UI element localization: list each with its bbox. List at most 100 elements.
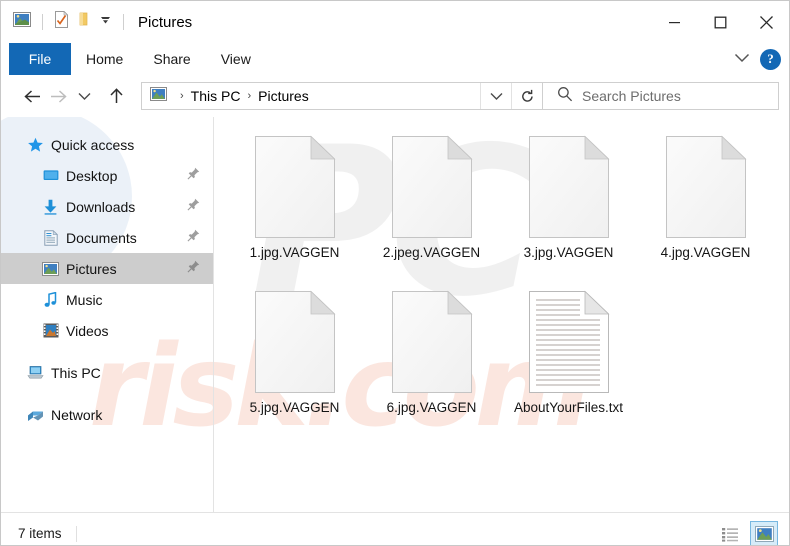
pictures-icon[interactable] (13, 12, 31, 32)
blank-file-icon (665, 131, 747, 245)
network-icon (27, 406, 44, 423)
properties-icon[interactable] (54, 10, 69, 33)
tab-file[interactable]: File (9, 43, 71, 75)
file-item[interactable]: 5.jpg.VAGGEN (226, 286, 363, 441)
breadcrumb-item-pictures[interactable]: Pictures (258, 88, 309, 104)
explorer-body: Quick access Desktop Downloads Documents… (1, 117, 789, 512)
minimize-button[interactable] (651, 1, 697, 43)
blank-file-icon (391, 131, 473, 245)
file-item[interactable]: 2.jpeg.VAGGEN (363, 131, 500, 286)
downloads-icon (42, 198, 59, 215)
pin-icon[interactable] (187, 167, 200, 185)
desktop-icon (42, 167, 59, 184)
window-controls (651, 1, 789, 43)
address-bar: › This PC › Pictures Search Pictures (1, 75, 789, 117)
search-box[interactable]: Search Pictures (543, 82, 779, 110)
view-mode-buttons (716, 521, 778, 545)
blank-file-icon (528, 131, 610, 245)
customize-dropdown-icon[interactable] (99, 13, 112, 31)
sidebar-label: Quick access (51, 136, 135, 153)
close-button[interactable] (743, 1, 789, 43)
file-item[interactable]: 6.jpg.VAGGEN (363, 286, 500, 441)
breadcrumb-pictures-icon[interactable] (150, 86, 167, 106)
blank-file-icon (254, 286, 336, 400)
search-icon (557, 86, 573, 107)
sidebar-item-this-pc[interactable]: This PC (1, 357, 214, 388)
sidebar-item-documents[interactable]: Documents (1, 222, 214, 253)
item-count-label: 7 items (1, 526, 77, 542)
blank-file-icon (254, 131, 336, 245)
refresh-icon[interactable] (511, 83, 542, 109)
file-name: AboutYourFiles.txt (513, 400, 624, 415)
sidebar-label: Documents (66, 229, 137, 246)
sidebar-label: Pictures (66, 260, 117, 277)
file-item[interactable]: 4.jpg.VAGGEN (637, 131, 774, 286)
file-name: 2.jpeg.VAGGEN (382, 245, 481, 260)
sidebar-label: Videos (66, 322, 109, 339)
file-item[interactable]: 1.jpg.VAGGEN (226, 131, 363, 286)
file-item[interactable]: AboutYourFiles.txt (500, 286, 637, 441)
up-button[interactable] (103, 81, 129, 111)
title-bar: Pictures (1, 1, 789, 43)
file-name: 1.jpg.VAGGEN (249, 245, 340, 260)
breadcrumb-separator-2: › (247, 90, 252, 102)
sidebar-item-network[interactable]: Network (1, 399, 214, 430)
file-grid: 1.jpg.VAGGEN 2.jpeg.VAGGEN 3.jpg.VAGGEN … (226, 131, 789, 441)
ribbon-right-controls: ? (734, 43, 781, 75)
this-pc-icon (27, 364, 44, 381)
details-view-button[interactable] (716, 521, 744, 545)
star-icon (27, 136, 44, 153)
file-name: 3.jpg.VAGGEN (523, 245, 614, 260)
file-item[interactable]: 3.jpg.VAGGEN (500, 131, 637, 286)
file-name: 4.jpg.VAGGEN (660, 245, 751, 260)
tab-share[interactable]: Share (138, 43, 205, 75)
file-explorer-window: PC risk.com Pictures File Home Share Vie… (0, 0, 790, 546)
sidebar-item-pictures[interactable]: Pictures (1, 253, 214, 284)
status-bar: 7 items (1, 512, 789, 545)
forward-button[interactable] (45, 81, 71, 111)
chevron-down-icon[interactable] (734, 50, 750, 68)
search-input[interactable]: Search Pictures (582, 88, 681, 104)
videos-icon (42, 322, 59, 339)
file-list-pane[interactable]: 1.jpg.VAGGEN 2.jpeg.VAGGEN 3.jpg.VAGGEN … (214, 117, 789, 512)
navigation-pane: Quick access Desktop Downloads Documents… (1, 117, 214, 512)
toolbar-divider (42, 14, 43, 30)
toolbar-divider-2 (123, 14, 124, 30)
documents-icon (42, 229, 59, 246)
quick-access-toolbar (1, 10, 128, 33)
sidebar-item-music[interactable]: Music (1, 284, 214, 315)
ribbon-tab-bar: File Home Share View ? (1, 43, 789, 75)
blank-file-icon (391, 286, 473, 400)
sidebar-label: This PC (51, 364, 101, 381)
file-name: 6.jpg.VAGGEN (386, 400, 477, 415)
pin-icon[interactable] (187, 260, 200, 278)
breadcrumb[interactable]: › This PC › Pictures (141, 82, 543, 110)
breadcrumb-item-this-pc[interactable]: This PC (191, 88, 241, 104)
maximize-button[interactable] (697, 1, 743, 43)
new-folder-icon[interactable] (76, 12, 92, 32)
sidebar-label: Desktop (66, 167, 118, 184)
pin-icon[interactable] (187, 229, 200, 247)
tab-view[interactable]: View (206, 43, 266, 75)
recent-locations-button[interactable] (71, 81, 97, 111)
sidebar-label: Music (66, 291, 103, 308)
pin-icon[interactable] (187, 198, 200, 216)
sidebar-label: Downloads (66, 198, 136, 215)
text-file-icon (528, 286, 610, 400)
pictures-icon (42, 260, 59, 277)
sidebar-label: Network (51, 406, 103, 423)
tab-home[interactable]: Home (71, 43, 138, 75)
breadcrumb-dropdown-icon[interactable] (480, 83, 511, 109)
help-button[interactable]: ? (760, 48, 781, 70)
music-icon (42, 291, 59, 308)
back-button[interactable] (19, 81, 45, 111)
sidebar-item-desktop[interactable]: Desktop (1, 160, 214, 191)
sidebar-item-videos[interactable]: Videos (1, 315, 214, 346)
large-icons-view-button[interactable] (750, 521, 778, 545)
sidebar-item-downloads[interactable]: Downloads (1, 191, 214, 222)
file-name: 5.jpg.VAGGEN (249, 400, 340, 415)
sidebar-item-quick-access[interactable]: Quick access (1, 129, 214, 160)
breadcrumb-separator-1: › (180, 90, 184, 102)
